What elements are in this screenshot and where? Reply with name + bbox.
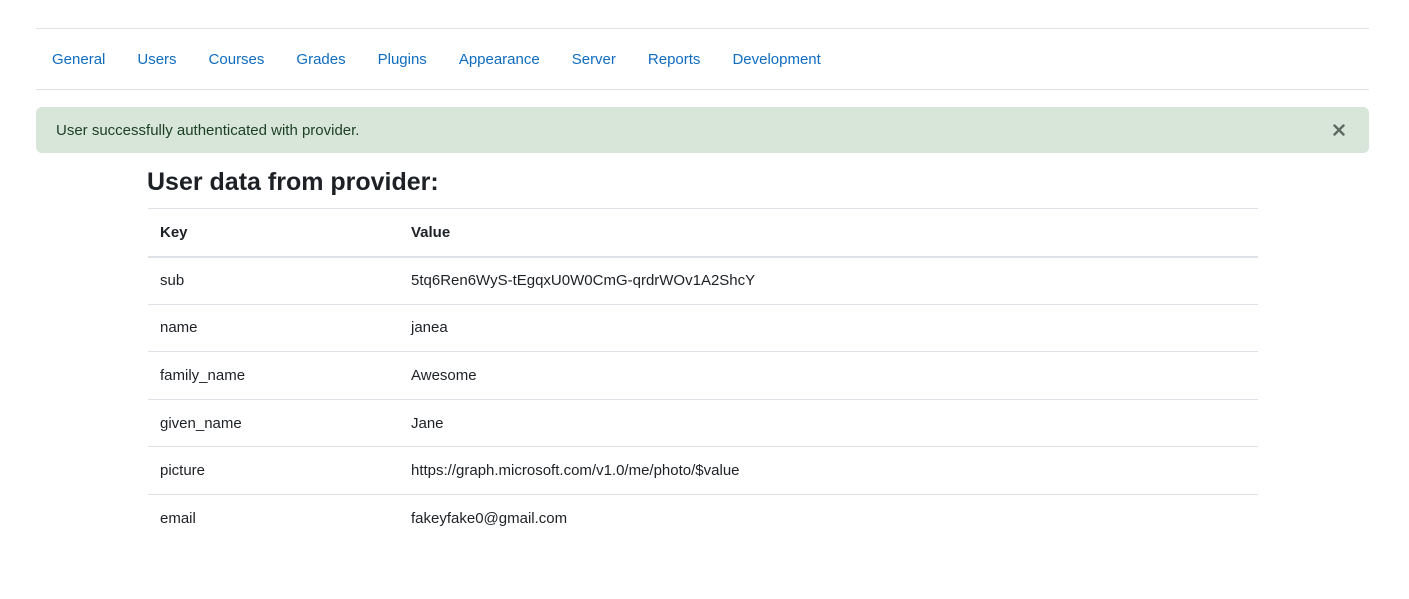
user-data-table: Key Value sub 5tq6Ren6WyS-tEgqxU0W0CmG-q… — [148, 208, 1258, 542]
page-title: User data from provider: — [147, 168, 439, 196]
row-key: name — [160, 319, 198, 337]
row-key: given_name — [160, 414, 242, 432]
alert-message: User successfully authenticated with pro… — [56, 121, 360, 139]
close-icon[interactable] — [1329, 120, 1349, 140]
page: General Users Courses Grades Plugins App… — [0, 0, 1409, 599]
row-value: fakeyfake0@gmail.com — [411, 510, 568, 528]
table-row: given_name Jane — [148, 399, 1258, 447]
row-value: Awesome — [411, 366, 477, 384]
row-key: email — [160, 510, 196, 528]
tab-general[interactable]: General — [52, 51, 105, 68]
tab-reports[interactable]: Reports — [648, 51, 701, 68]
row-key: sub — [160, 272, 185, 290]
tab-grades[interactable]: Grades — [296, 51, 345, 68]
table-row: picture https://graph.microsoft.com/v1.0… — [148, 447, 1258, 495]
tab-appearance[interactable]: Appearance — [459, 51, 540, 68]
row-value: https://graph.microsoft.com/v1.0/me/phot… — [411, 462, 740, 480]
tab-users[interactable]: Users — [137, 51, 176, 68]
admin-tab-nav: General Users Courses Grades Plugins App… — [36, 28, 1369, 90]
tab-courses[interactable]: Courses — [209, 51, 265, 68]
table-row: email fakeyfake0@gmail.com — [148, 494, 1258, 542]
tab-development[interactable]: Development — [732, 51, 820, 68]
close-icon-svg — [1333, 124, 1345, 136]
row-key: picture — [160, 462, 206, 480]
row-value: janea — [411, 319, 448, 337]
row-key: family_name — [160, 366, 246, 384]
column-header-value: Value — [411, 223, 451, 241]
table-row: name janea — [148, 304, 1258, 352]
table-header-row: Key Value — [148, 208, 1258, 257]
tab-plugins[interactable]: Plugins — [378, 51, 427, 68]
column-header-key: Key — [160, 223, 188, 241]
success-alert: User successfully authenticated with pro… — [36, 107, 1369, 153]
tab-server[interactable]: Server — [572, 51, 616, 68]
table-row: sub 5tq6Ren6WyS-tEgqxU0W0CmG-qrdrWOv1A2S… — [148, 257, 1258, 305]
table-row: family_name Awesome — [148, 352, 1258, 400]
row-value: Jane — [411, 414, 444, 432]
row-value: 5tq6Ren6WyS-tEgqxU0W0CmG-qrdrWOv1A2ShcY — [411, 272, 756, 290]
